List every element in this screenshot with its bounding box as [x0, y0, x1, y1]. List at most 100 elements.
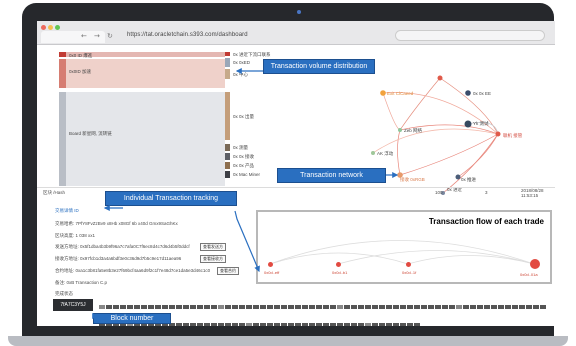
- block-cell[interactable]: [358, 323, 364, 326]
- sankey-right-node[interactable]: [225, 153, 230, 160]
- block-cell[interactable]: [211, 323, 217, 326]
- block-cell[interactable]: [134, 305, 140, 309]
- block-cell[interactable]: [127, 305, 133, 309]
- block-cell[interactable]: [295, 323, 301, 326]
- block-cell[interactable]: [414, 305, 420, 309]
- block-cell[interactable]: [288, 323, 294, 326]
- block-cell[interactable]: [246, 323, 252, 326]
- block-cell[interactable]: [526, 305, 532, 309]
- flow-node[interactable]: [406, 262, 411, 267]
- block-cell[interactable]: [239, 305, 245, 309]
- block-cell[interactable]: [323, 323, 329, 326]
- block-cell[interactable]: [533, 305, 539, 309]
- network-node[interactable]: [398, 128, 402, 132]
- block-cell[interactable]: [183, 323, 189, 326]
- block-cell[interactable]: [323, 305, 329, 309]
- block-cell[interactable]: [477, 305, 483, 309]
- block-cell[interactable]: [274, 323, 280, 326]
- block-cell[interactable]: [351, 305, 357, 309]
- block-number-badge[interactable]: 7fA7C3Y5J: [53, 299, 93, 311]
- network-node[interactable]: [465, 90, 471, 96]
- block-cell[interactable]: [302, 305, 308, 309]
- block-cell[interactable]: [239, 323, 245, 326]
- sankey-left-node[interactable]: [59, 92, 66, 186]
- sankey-right-node[interactable]: [225, 69, 230, 79]
- block-cell[interactable]: [386, 323, 392, 326]
- block-cell[interactable]: [407, 323, 413, 326]
- block-cell[interactable]: [148, 305, 154, 309]
- block-cell[interactable]: [386, 305, 392, 309]
- block-cell[interactable]: [113, 305, 119, 309]
- block-cell[interactable]: [232, 305, 238, 309]
- close-window-button[interactable]: [41, 25, 46, 30]
- block-cell[interactable]: [463, 305, 469, 309]
- network-node[interactable]: [464, 120, 472, 128]
- network-node[interactable]: [380, 90, 386, 96]
- block-cell[interactable]: [288, 305, 294, 309]
- block-cell[interactable]: [372, 305, 378, 309]
- block-cell[interactable]: [351, 323, 357, 326]
- block-cell[interactable]: [428, 305, 434, 309]
- maximize-window-button[interactable]: [55, 25, 60, 30]
- block-cell[interactable]: [197, 323, 203, 326]
- flow-node[interactable]: [530, 259, 540, 269]
- block-cell[interactable]: [106, 305, 112, 309]
- block-cell[interactable]: [155, 305, 161, 309]
- block-cell[interactable]: [393, 305, 399, 309]
- block-cell[interactable]: [379, 305, 385, 309]
- sankey-left-node[interactable]: [59, 59, 66, 88]
- forward-arrow-icon[interactable]: →: [94, 32, 100, 40]
- view-contract-button[interactable]: 查看合约: [217, 267, 239, 275]
- block-cell[interactable]: [204, 305, 210, 309]
- block-cell[interactable]: [344, 305, 350, 309]
- block-cell[interactable]: [295, 305, 301, 309]
- block-cell[interactable]: [211, 305, 217, 309]
- network-node[interactable]: [455, 174, 461, 180]
- block-cell[interactable]: [330, 323, 336, 326]
- block-cell[interactable]: [225, 323, 231, 326]
- sankey-right-node[interactable]: [225, 171, 230, 178]
- block-cell[interactable]: [442, 305, 448, 309]
- block-cell[interactable]: [162, 305, 168, 309]
- block-cell[interactable]: [190, 305, 196, 309]
- block-cell[interactable]: [470, 305, 476, 309]
- reload-icon[interactable]: ↻: [107, 32, 113, 40]
- block-cell[interactable]: [197, 305, 203, 309]
- sankey-left-node[interactable]: [59, 52, 66, 57]
- view-receiver-button[interactable]: 查看接收方: [200, 255, 226, 263]
- block-cell[interactable]: [141, 305, 147, 309]
- details-title-link[interactable]: 交易详情 ID: [55, 208, 79, 214]
- block-cell[interactable]: [183, 305, 189, 309]
- block-cell[interactable]: [358, 305, 364, 309]
- address-bar[interactable]: https://tat.oracletchain.s393.com/dashbo…: [127, 32, 248, 38]
- network-node[interactable]: [371, 151, 375, 155]
- block-cell[interactable]: [176, 305, 182, 309]
- view-sender-button[interactable]: 查看发送方: [200, 243, 226, 251]
- block-cell[interactable]: [260, 305, 266, 309]
- block-cell[interactable]: [316, 305, 322, 309]
- block-cell[interactable]: [176, 323, 182, 326]
- flow-node[interactable]: [336, 262, 341, 267]
- sankey-right-node[interactable]: [225, 92, 230, 140]
- block-cell[interactable]: [379, 323, 385, 326]
- block-cell[interactable]: [302, 323, 308, 326]
- block-cell[interactable]: [393, 323, 399, 326]
- sankey-right-node[interactable]: [225, 52, 230, 56]
- network-node[interactable]: [437, 75, 443, 81]
- sankey-right-node[interactable]: [225, 144, 230, 151]
- block-cell[interactable]: [337, 305, 343, 309]
- block-cell[interactable]: [540, 305, 546, 309]
- block-cell[interactable]: [169, 305, 175, 309]
- block-cell[interactable]: [519, 305, 525, 309]
- block-cell[interactable]: [190, 323, 196, 326]
- block-cell[interactable]: [225, 305, 231, 309]
- block-cell[interactable]: [337, 323, 343, 326]
- block-cell[interactable]: [204, 323, 210, 326]
- block-cell[interactable]: [316, 323, 322, 326]
- minimize-window-button[interactable]: [48, 25, 53, 30]
- block-cell[interactable]: [484, 305, 490, 309]
- sankey-right-node[interactable]: [225, 58, 230, 67]
- block-cell[interactable]: [260, 323, 266, 326]
- block-cell[interactable]: [505, 305, 511, 309]
- block-cell[interactable]: [449, 305, 455, 309]
